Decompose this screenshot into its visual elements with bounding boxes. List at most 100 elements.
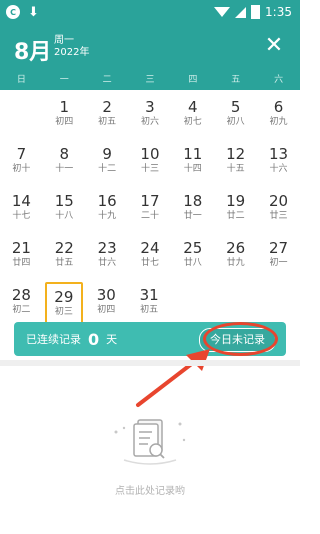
calendar-day[interactable]: 19 廿二: [214, 188, 257, 235]
lunar-date: 廿二: [226, 211, 245, 221]
calendar-day[interactable]: 25 廿八: [171, 235, 214, 282]
lunar-date: 初二: [12, 305, 31, 315]
lunar-date: 十三: [140, 164, 159, 174]
calendar-day[interactable]: 26 廿九: [214, 235, 257, 282]
calendar-day[interactable]: 4 初七: [171, 94, 214, 141]
calendar-empty-cell: [0, 94, 43, 141]
calendar-day[interactable]: 1 初四: [43, 94, 86, 141]
calendar-day[interactable]: 3 初六: [129, 94, 172, 141]
lunar-date: 初五: [98, 117, 117, 127]
lunar-date: 十一: [55, 164, 74, 174]
calendar-day[interactable]: 17 二十: [129, 188, 172, 235]
battery-icon: [251, 5, 261, 19]
calendar-day[interactable]: 16 十九: [86, 188, 129, 235]
day-number: 1: [59, 98, 70, 116]
close-button[interactable]: ✕: [262, 34, 286, 58]
calendar-day[interactable]: 24 廿七: [129, 235, 172, 282]
today-not-recorded-button[interactable]: 今日未记录: [199, 328, 276, 352]
year-label: 2022年: [54, 47, 90, 58]
day-number: 4: [188, 98, 198, 116]
calendar-week-row: 21 廿四 22 廿五 23 廿六 24 廿七 25 廿八 26 廿九 27 初一: [0, 235, 300, 282]
empty-state-text: 点击此处记录哟: [115, 486, 185, 497]
streak-bar: 已连续记录 0 天 今日未记录: [14, 322, 286, 356]
download-icon: ⬇: [28, 4, 39, 20]
status-bar: C ⬇ 1:35: [0, 0, 300, 24]
weekday-header-row: 日 一 二 三 四 五 六: [0, 70, 300, 90]
calendar-day[interactable]: 13 十六: [257, 141, 300, 188]
calendar-grid: 1 初四 2 初五 3 初六 4 初七 5 初八 6 初九 7 初十 8 十一 9 十二 10 十三 11 十四 12 十五 1…: [0, 94, 300, 329]
calendar-day[interactable]: 9 十二: [86, 141, 129, 188]
weekday-wed: 三: [145, 75, 155, 85]
calendar-day[interactable]: 12 十五: [214, 141, 257, 188]
calendar-day[interactable]: 22 廿五: [43, 235, 86, 282]
document-icon: [114, 419, 186, 465]
calendar-day[interactable]: 21 廿四: [0, 235, 43, 282]
calendar-day[interactable]: 20 廿三: [257, 188, 300, 235]
signal-icon: [235, 6, 247, 18]
lunar-date: 初一: [269, 258, 288, 268]
lunar-date: 初五: [140, 305, 159, 315]
calendar-day[interactable]: 15 十八: [43, 188, 86, 235]
lunar-date: 廿五: [55, 258, 74, 268]
weekday-mon: 一: [59, 75, 69, 85]
weekday-fri: 五: [231, 75, 241, 85]
calendar-day[interactable]: 10 十三: [129, 141, 172, 188]
day-number: 5: [230, 98, 241, 116]
lunar-date: 廿六: [98, 258, 117, 268]
section-divider: [0, 360, 300, 366]
calendar-day[interactable]: 8 十一: [43, 141, 86, 188]
calendar-day[interactable]: 14 十七: [0, 188, 43, 235]
day-number: 16: [97, 192, 117, 210]
lunar-date: 初四: [55, 117, 74, 127]
calendar-day[interactable]: 5 初八: [214, 94, 257, 141]
calendar-day[interactable]: 23 廿六: [86, 235, 129, 282]
day-number: 26: [226, 239, 246, 257]
day-number: 11: [183, 145, 203, 163]
lunar-date: 初八: [226, 117, 245, 127]
calendar-day[interactable]: 2 初五: [86, 94, 129, 141]
day-number: 30: [96, 286, 116, 304]
annotation-arrow: [136, 349, 210, 407]
lunar-date: 十七: [12, 211, 31, 221]
calendar-day[interactable]: 27 初一: [257, 235, 300, 282]
lunar-date: 十二: [98, 164, 117, 174]
day-number: 17: [140, 192, 160, 210]
day-number: 27: [268, 239, 289, 257]
app-notification-icon: C: [6, 5, 20, 19]
weekday-tue: 二: [102, 75, 112, 85]
lunar-date: 廿四: [12, 258, 31, 268]
day-number: 29: [54, 288, 74, 306]
lunar-date: 初六: [140, 117, 159, 127]
day-number: 8: [59, 145, 70, 163]
lunar-date: 廿八: [183, 258, 202, 268]
calendar-day[interactable]: 6 初九: [257, 94, 300, 141]
month-title: 8月: [14, 40, 52, 65]
day-number: 14: [11, 192, 31, 210]
lunar-date: 十九: [98, 211, 117, 221]
day-number: 24: [140, 239, 160, 257]
lunar-date: 廿七: [140, 258, 159, 268]
streak-prefix: 已连续记录: [26, 333, 81, 346]
lunar-date: 初三: [54, 307, 73, 317]
weekday-label: 周一: [54, 35, 74, 46]
calendar-day[interactable]: 7 初十: [0, 141, 43, 188]
day-number: 20: [268, 192, 289, 210]
day-number: 6: [273, 98, 284, 116]
empty-record-area[interactable]: 点击此处记录哟: [0, 410, 300, 497]
day-number: 2: [102, 98, 112, 116]
day-number: 31: [139, 286, 159, 304]
lunar-date: 初七: [183, 117, 202, 127]
day-number: 21: [11, 239, 31, 257]
lunar-date: 十八: [55, 211, 74, 221]
day-number: 3: [145, 98, 155, 116]
calendar-day[interactable]: 11 十四: [171, 141, 214, 188]
calendar-day[interactable]: 18 廿一: [171, 188, 214, 235]
lunar-date: 初十: [12, 164, 31, 174]
lunar-date: 十五: [226, 164, 245, 174]
lunar-date: 廿一: [183, 211, 202, 221]
calendar-week-row: 1 初四 2 初五 3 初六 4 初七 5 初八 6 初九: [0, 94, 300, 141]
lunar-date: 十六: [269, 164, 288, 174]
streak-suffix: 天: [106, 333, 118, 346]
day-number: 23: [97, 239, 117, 257]
lunar-date: 初四: [97, 305, 116, 315]
